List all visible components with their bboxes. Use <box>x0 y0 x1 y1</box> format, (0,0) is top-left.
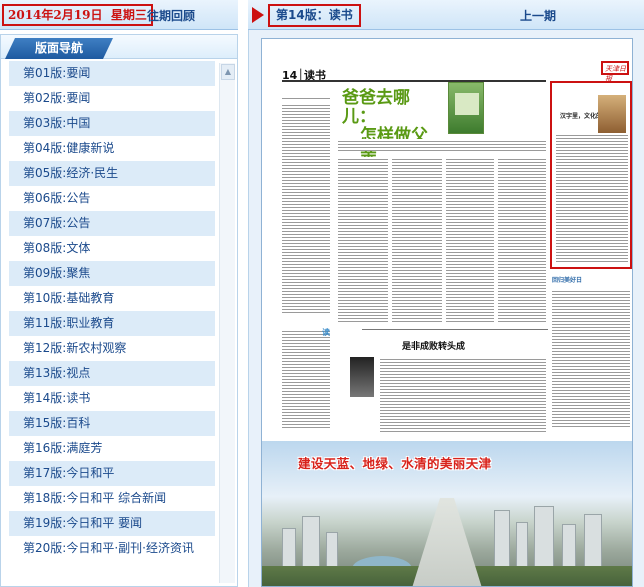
nav-title-tab: 版面导航 <box>5 38 113 59</box>
nav-item-18[interactable]: 第18版:今日和平 综合新闻 <box>9 486 215 511</box>
date-bar: 2014年2月19日 星期三 往期回顾 <box>0 0 238 30</box>
weekday-text: 星期三 <box>110 8 147 22</box>
nav-item-03[interactable]: 第03版:中国 <box>9 111 215 136</box>
date-text: 2014年2月19日 <box>8 8 103 22</box>
nav-item-06[interactable]: 第06版:公告 <box>9 186 215 211</box>
nav-item-02[interactable]: 第02版:要闻 <box>9 86 215 111</box>
nav-item-07[interactable]: 第07版:公告 <box>9 211 215 236</box>
building <box>302 516 320 568</box>
building <box>326 532 338 568</box>
nav-item-14[interactable]: 第14版:读书 <box>9 386 215 411</box>
read-section-label: 读 <box>322 328 330 337</box>
nav-item-19[interactable]: 第19版:今日和平 要闻 <box>9 511 215 536</box>
book-cover-image <box>448 82 484 134</box>
epaper-window: 2014年2月19日 星期三 往期回顾 第14版：读书 上一期 版面导航 第01… <box>0 0 644 587</box>
mid-article-text[interactable] <box>380 357 546 433</box>
masthead-stamp-highlight[interactable]: 天津日报 <box>601 61 629 83</box>
nav-header: 版面导航 <box>1 35 237 59</box>
article-text-left-lower[interactable] <box>282 329 330 429</box>
past-issues-link[interactable]: 往期回顾 <box>147 7 195 24</box>
mid-article-photo <box>350 357 374 397</box>
right-lower-text[interactable] <box>552 289 630 429</box>
main-headline-line1: 爸爸去哪儿： <box>342 88 410 127</box>
nav-item-17[interactable]: 第17版:今日和平 <box>9 461 215 486</box>
nav-item-20[interactable]: 第20版:今日和平·副刊·经济资讯 <box>9 536 215 561</box>
building <box>562 524 576 568</box>
lead-text[interactable] <box>338 139 546 151</box>
building <box>282 528 296 568</box>
scroll-up-icon[interactable]: ▲ <box>221 64 235 80</box>
nav-item-04[interactable]: 第04版:健康新说 <box>9 136 215 161</box>
article-col-1[interactable] <box>338 157 388 322</box>
road <box>412 498 482 586</box>
nav-item-13[interactable]: 第13版:视点 <box>9 361 215 386</box>
nav-scrollbar[interactable]: ▲ <box>219 63 235 583</box>
nav-item-15[interactable]: 第15版:百科 <box>9 411 215 436</box>
banner-headline: 建设天蓝、地绿、水清的美丽天津 <box>298 456 492 471</box>
right-article-text <box>556 133 628 263</box>
arrow-right-icon <box>252 7 264 23</box>
nav-item-11[interactable]: 第11版:职业教育 <box>9 311 215 336</box>
nav-item-09[interactable]: 第09版:聚焦 <box>9 261 215 286</box>
building <box>534 506 554 568</box>
article-col-2[interactable] <box>392 157 442 322</box>
section-rule <box>362 329 548 330</box>
right-book-cover <box>598 95 626 135</box>
mid-headline[interactable]: 是非成败转头成 <box>402 339 465 352</box>
building <box>584 514 602 568</box>
nav-item-10[interactable]: 第10版:基础教育 <box>9 286 215 311</box>
column-heading <box>282 91 330 99</box>
nav-item-05[interactable]: 第05版:经济·民生 <box>9 161 215 186</box>
right-lower-title[interactable]: 回归美好日 <box>552 275 582 284</box>
nav-item-08[interactable]: 第08版:文体 <box>9 236 215 261</box>
building <box>494 510 510 568</box>
edition-nav-panel: 版面导航 第01版:要闻 第02版:要闻 第03版:中国 第04版:健康新说 第… <box>0 34 238 587</box>
building <box>516 522 528 568</box>
masthead-rule <box>282 80 546 82</box>
main-headline[interactable]: 爸爸去哪儿： 怎样做父亲 <box>342 89 442 165</box>
previous-issue-link[interactable]: 上一期 <box>520 7 556 24</box>
edition-bar: 第14版：读书 上一期 <box>248 0 644 30</box>
article-text-left[interactable] <box>282 103 330 313</box>
newspaper-page-image[interactable]: 14│读书 天津日报 爸爸去哪儿： 怎样做父亲 汉字里，文化的传承 回归美好日 … <box>261 38 633 587</box>
current-edition-label: 第14版：读书 <box>268 4 361 27</box>
nav-list: 第01版:要闻 第02版:要闻 第03版:中国 第04版:健康新说 第05版:经… <box>9 61 215 561</box>
highlighted-article-box[interactable]: 汉字里，文化的传承 <box>550 81 632 269</box>
nav-item-12[interactable]: 第12版:新农村观察 <box>9 336 215 361</box>
paper-viewer: 14│读书 天津日报 爸爸去哪儿： 怎样做父亲 汉字里，文化的传承 回归美好日 … <box>248 30 644 587</box>
nav-item-01[interactable]: 第01版:要闻 <box>9 61 215 86</box>
current-date: 2014年2月19日 星期三 <box>2 4 153 26</box>
article-col-4[interactable] <box>498 157 546 322</box>
nav-item-16[interactable]: 第16版:满庭芳 <box>9 436 215 461</box>
article-col-3[interactable] <box>446 157 494 322</box>
